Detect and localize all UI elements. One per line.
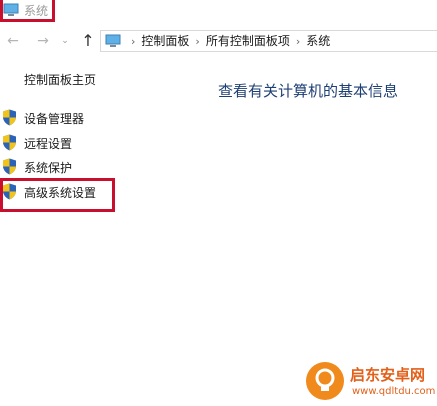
watermark-badge-icon [306, 362, 344, 400]
sidebar-item-label: 远程设置 [24, 137, 73, 151]
watermark-logo: 启东安卓网 www.qdltdu.com [306, 362, 437, 406]
control-panel-home-link[interactable]: 控制面板主页 [24, 71, 96, 88]
breadcrumb-separator: › [295, 35, 301, 48]
forward-button[interactable]: → [34, 30, 52, 52]
breadcrumb: › 控制面板 › 所有控制面板项 › 系统 [125, 31, 330, 51]
highlight-box-title [0, 0, 55, 22]
lightbulb-icon [315, 368, 335, 391]
sidebar-item-label: 设备管理器 [24, 112, 85, 126]
breadcrumb-item-all-items[interactable]: 所有控制面板项 [206, 31, 290, 51]
watermark-name: 启东安卓网 [350, 366, 426, 384]
breadcrumb-item-system[interactable]: 系统 [306, 31, 330, 51]
highlight-box-advanced-settings [0, 178, 115, 212]
page-title: 查看有关计算机的基本信息 [218, 82, 399, 100]
breadcrumb-item-control-panel[interactable]: 控制面板 [141, 31, 189, 51]
title-bar: 系统 [0, 0, 437, 24]
watermark-url: www.qdltdu.com [352, 386, 436, 397]
shield-icon [3, 158, 16, 175]
shield-icon [3, 109, 16, 126]
shield-icon [3, 134, 16, 151]
navigation-bar: ← → ⌄ ↑ › 控制面板 › 所有控制面板项 › 系统 [0, 30, 437, 52]
back-button[interactable]: ← [4, 30, 22, 52]
sidebar-item-label: 系统保护 [24, 161, 73, 175]
up-button[interactable]: ↑ [78, 30, 98, 52]
recent-locations-chevron-down-icon[interactable]: ⌄ [60, 30, 70, 52]
breadcrumb-separator: › [131, 35, 136, 48]
control-panel-icon [105, 34, 121, 47]
address-bar[interactable]: › 控制面板 › 所有控制面板项 › 系统 [100, 30, 437, 52]
breadcrumb-separator: › [195, 35, 200, 48]
